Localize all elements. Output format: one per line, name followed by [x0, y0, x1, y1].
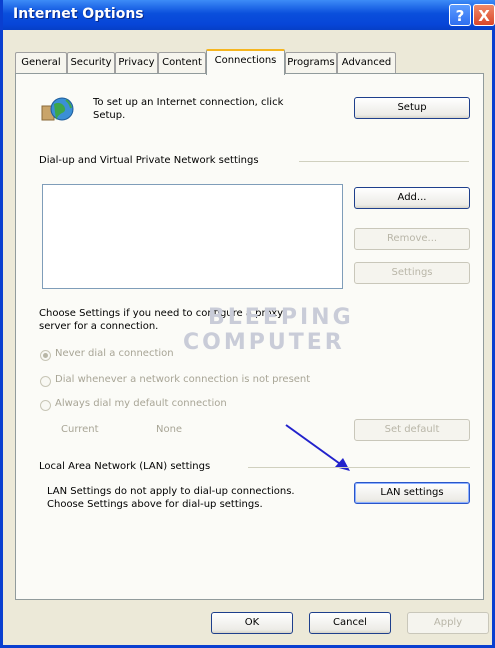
help-icon: ?	[455, 7, 465, 25]
close-icon: X	[478, 7, 490, 25]
internet-options-window: Internet Options ? X General Security Pr…	[0, 0, 495, 648]
lan-description-line2: Choose Settings above for dial-up settin…	[47, 499, 263, 510]
never-dial-radio	[40, 350, 51, 361]
watermark-line1: BLEEPING	[208, 305, 354, 330]
tab-general[interactable]: General	[15, 52, 67, 73]
cancel-button[interactable]: Cancel	[309, 612, 391, 634]
lan-settings-button[interactable]: LAN settings	[354, 482, 470, 504]
internet-connection-icon	[41, 97, 74, 121]
tab-privacy[interactable]: Privacy	[115, 52, 158, 73]
dialup-section-label: Dial-up and Virtual Private Network sett…	[39, 155, 259, 166]
current-value: None	[156, 424, 183, 435]
proxy-description-line2: server for a connection.	[39, 321, 159, 332]
connection-list[interactable]	[42, 184, 343, 289]
lan-description-line1: LAN Settings do not apply to dial-up con…	[47, 486, 295, 497]
tab-programs[interactable]: Programs	[285, 52, 337, 73]
dialup-separator	[299, 161, 469, 162]
help-button[interactable]: ?	[449, 4, 471, 26]
always-dial-radio	[40, 400, 51, 411]
current-label: Current	[61, 424, 99, 435]
ok-button[interactable]: OK	[211, 612, 293, 634]
dial-whenever-radio	[40, 376, 51, 387]
apply-button: Apply	[407, 612, 489, 634]
title-bar[interactable]: Internet Options ? X	[3, 0, 495, 30]
dial-whenever-label: Dial whenever a network connection is no…	[55, 374, 311, 385]
tab-advanced[interactable]: Advanced	[337, 52, 396, 73]
remove-button: Remove...	[354, 228, 470, 250]
always-dial-label: Always dial my default connection	[55, 398, 227, 409]
close-button[interactable]: X	[473, 4, 495, 26]
lan-separator	[248, 467, 470, 468]
setup-description-line1: To set up an Internet connection, click	[93, 97, 284, 108]
setup-description-line2: Setup.	[93, 110, 126, 121]
watermark-line2: COMPUTER	[183, 330, 345, 355]
lan-section-label: Local Area Network (LAN) settings	[39, 461, 211, 472]
tab-connections[interactable]: Connections	[206, 49, 285, 75]
tab-security[interactable]: Security	[67, 52, 115, 73]
set-default-button: Set default	[354, 419, 470, 441]
setup-button[interactable]: Setup	[354, 97, 470, 119]
add-button[interactable]: Add...	[354, 187, 470, 209]
tab-content[interactable]: Content	[158, 52, 206, 73]
never-dial-label: Never dial a connection	[55, 348, 174, 359]
window-title: Internet Options	[13, 6, 144, 22]
settings-button: Settings	[354, 262, 470, 284]
